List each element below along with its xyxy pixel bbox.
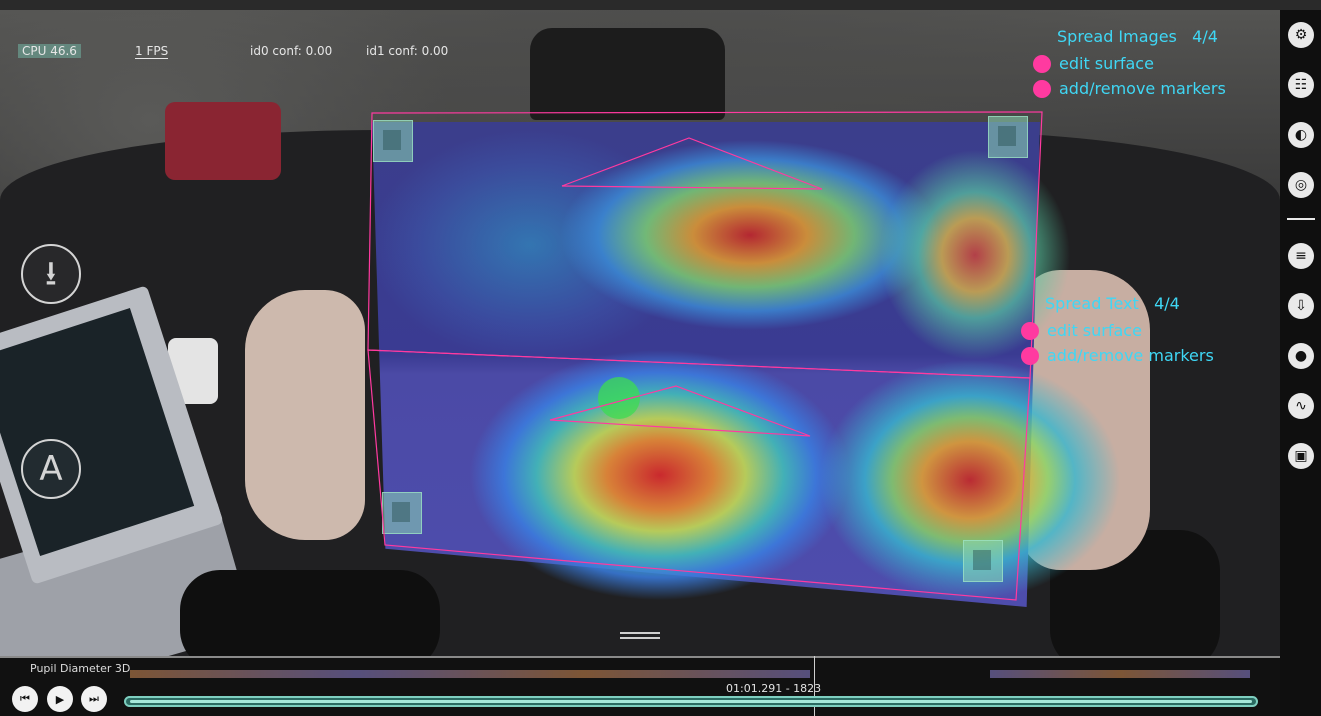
- timeline: Pupil Diameter 3D 01:01.291 - 1823 ⏮ ▶ ⏭: [0, 656, 1280, 716]
- surface-marker-count: 4/4: [1192, 27, 1218, 46]
- settings-icon[interactable]: ⚙: [1288, 22, 1314, 48]
- fps-graph-label: 1 FPS: [135, 44, 169, 59]
- surface-outline-images: [367, 111, 1043, 379]
- timeline-resize-grip[interactable]: [620, 637, 660, 639]
- toggle-dot-icon: [1033, 79, 1051, 98]
- surface-outline-text: [367, 349, 1031, 601]
- download-button[interactable]: ⭳: [21, 244, 81, 304]
- pupil-icon[interactable]: ◎: [1288, 172, 1314, 198]
- surface-name: Spread Text: [1045, 294, 1139, 313]
- skip-back-icon[interactable]: ⏮: [12, 686, 38, 712]
- pupil-diameter-plot: [990, 670, 1250, 678]
- timeline-row-label: Pupil Diameter 3D: [30, 662, 131, 675]
- surface-name: Spread Images: [1057, 27, 1177, 46]
- add-remove-markers-label: add/remove markers: [1047, 346, 1214, 365]
- play-icon[interactable]: ▶: [47, 686, 73, 712]
- add-remove-markers-toggle[interactable]: add/remove markers: [1021, 343, 1214, 368]
- surface-marker-count: 4/4: [1154, 294, 1180, 313]
- edit-surface-toggle[interactable]: edit surface: [1033, 51, 1226, 76]
- document-icon[interactable]: ≡: [1288, 243, 1314, 269]
- download-icon: ⭳: [45, 254, 57, 294]
- surface-panel-spread-text: Spread Text 4/4 edit surface add/remove …: [1021, 294, 1214, 368]
- separator: [1287, 218, 1315, 220]
- id0-confidence: id0 conf: 0.00: [250, 44, 333, 58]
- export-icon[interactable]: ⇩: [1288, 293, 1314, 319]
- toggle-dot-icon: [1021, 346, 1039, 365]
- chart-line-icon[interactable]: ∿: [1288, 393, 1314, 419]
- edit-surface-label: edit surface: [1047, 321, 1142, 340]
- toggle-dot-icon: [1021, 321, 1039, 340]
- timeline-resize-grip[interactable]: [620, 632, 660, 634]
- edit-surface-toggle[interactable]: edit surface: [1021, 318, 1214, 343]
- cpu-graph-label: CPU 46.6: [18, 44, 81, 58]
- timestamp: 01:01.291 - 1823: [726, 682, 822, 695]
- id1-confidence: id1 conf: 0.00: [366, 44, 449, 58]
- surface-title: Spread Images 4/4: [1033, 27, 1226, 51]
- surface-panel-spread-images: Spread Images 4/4 edit surface add/remov…: [1033, 27, 1226, 101]
- surface-orientation-triangle: [561, 137, 823, 190]
- add-remove-markers-label: add/remove markers: [1059, 79, 1226, 98]
- eye-icon[interactable]: ◐: [1288, 122, 1314, 148]
- record-icon[interactable]: ●: [1288, 343, 1314, 369]
- timeline-divider: [0, 656, 1280, 658]
- annotation-button[interactable]: A: [21, 439, 81, 499]
- add-remove-markers-toggle[interactable]: add/remove markers: [1033, 76, 1226, 101]
- surface-tracker-icon[interactable]: ▣: [1288, 443, 1314, 469]
- edit-surface-label: edit surface: [1059, 54, 1154, 73]
- annotation-label: A: [39, 449, 63, 489]
- skip-forward-icon[interactable]: ⏭: [81, 686, 107, 712]
- seek-bar[interactable]: [124, 696, 1258, 707]
- surface-title: Spread Text 4/4: [1021, 294, 1214, 318]
- plugin-manager-icon[interactable]: ☷: [1288, 72, 1314, 98]
- pupil-diameter-plot: [130, 670, 810, 678]
- plugin-icon-bar: ⚙ ☷ ◐ ◎ ≡ ⇩ ● ∿ ▣: [1280, 10, 1321, 716]
- toggle-dot-icon: [1033, 54, 1051, 73]
- surface-orientation-triangle: [549, 385, 811, 437]
